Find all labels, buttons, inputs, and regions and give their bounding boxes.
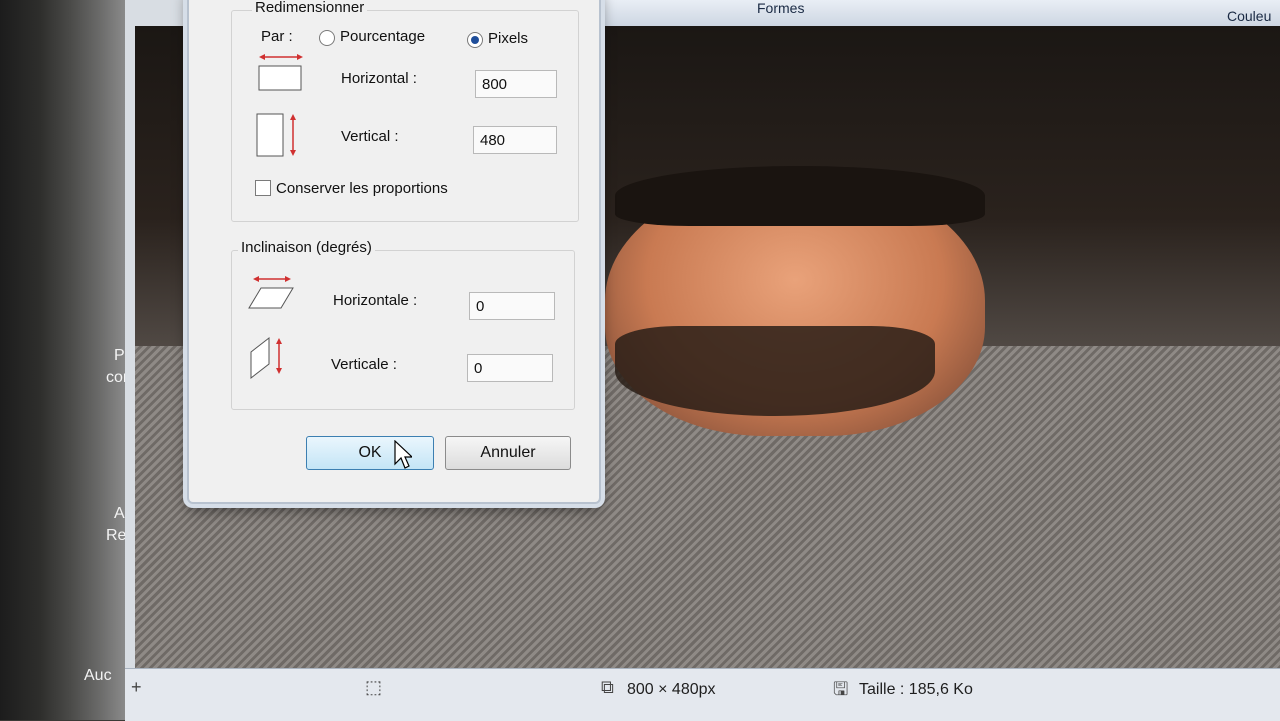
horizontal-skew-icon [248,276,294,309]
image-size-icon: ⧉ [601,677,614,697]
skew-group-title: Inclinaison (degrés) [238,239,375,256]
skew-vertical-label: Verticale : [331,356,397,373]
cancel-button[interactable]: Annuler [445,436,571,470]
ribbon-group-colors[interactable]: Couleu [1227,8,1271,24]
par-label: Par : [261,28,293,45]
horizontal-label: Horizontal : [341,70,417,87]
resize-dialog: Redimensionner Par : Pourcentage Pixels … [187,0,601,504]
radio-pixels-label[interactable]: Pixels [488,30,528,47]
skew-horizontal-label: Horizontale : [333,292,418,309]
vertical-label: Vertical : [341,128,399,145]
ribbon: Formes Couleu [605,0,1280,27]
photo-region [615,166,985,226]
radio-percentage-label[interactable]: Pourcentage [340,28,425,45]
photo-region [615,326,935,416]
ok-button[interactable]: OK [306,436,434,470]
cursor-position-icon: + [131,677,142,697]
skew-vertical-field[interactable]: 0 [467,354,553,382]
desktop-icon-label: Auc [84,667,112,684]
ribbon-group-shapes[interactable]: Formes [757,0,804,16]
file-size-icon: 🖫 [833,679,849,699]
mouse-pointer-icon [394,440,412,469]
vertical-resize-icon [256,113,296,157]
file-size: Taille : 185,6 Ko [859,681,973,698]
horizontal-resize-icon [258,54,303,91]
selection-size-icon: ⬚ [365,677,383,697]
desktop-icon-label: A [114,505,125,522]
image-dimensions: 800 × 480px [627,681,716,698]
horizontal-field[interactable]: 800 [475,70,557,98]
skew-horizontal-field[interactable]: 0 [469,292,555,320]
vertical-skew-icon [250,336,282,380]
keep-ratio-checkbox[interactable] [255,180,271,196]
status-bar: + ⬚ ⧉ 800 × 480px 🖫 Taille : 185,6 Ko [125,668,1280,721]
radio-percentage[interactable] [319,30,335,46]
resize-group-title: Redimensionner [252,0,368,16]
vertical-field[interactable]: 480 [473,126,557,154]
desktop-icon-label: Re [106,527,127,544]
radio-pixels[interactable] [467,32,483,48]
keep-ratio-label[interactable]: Conserver les proportions [276,180,448,197]
monitor-bezel [0,0,125,720]
